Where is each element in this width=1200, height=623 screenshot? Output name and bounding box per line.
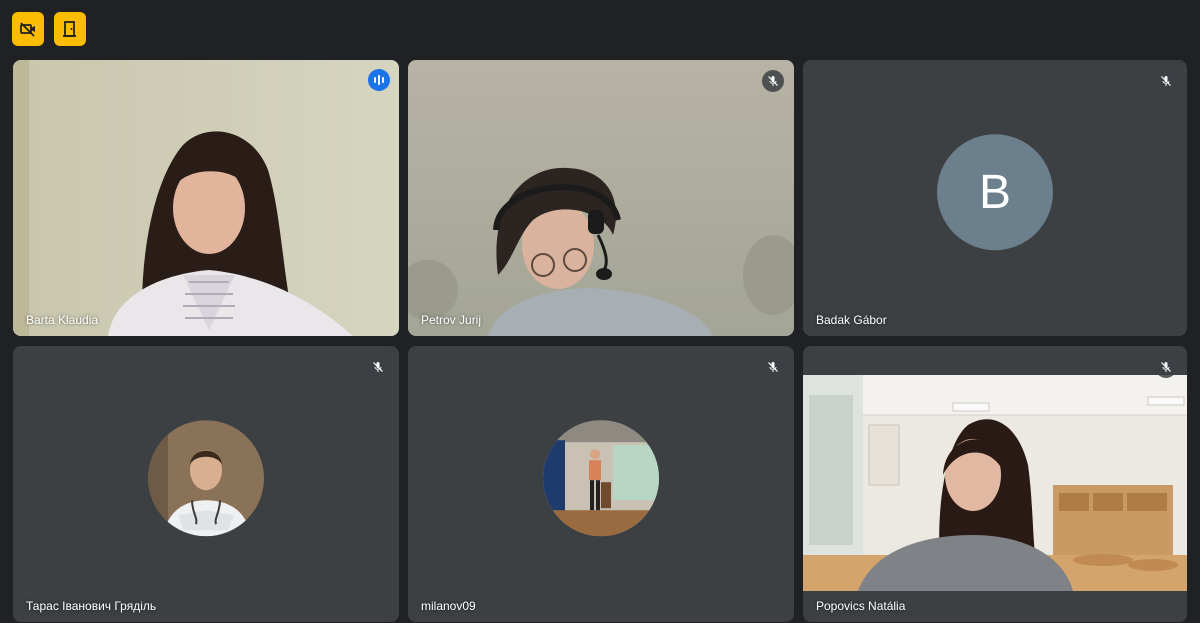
mic-muted-badge — [762, 356, 784, 378]
mic-muted-badge — [1155, 356, 1177, 378]
participant-video — [13, 60, 399, 336]
participant-name: milanov09 — [421, 599, 476, 613]
mic-off-icon — [1161, 76, 1171, 86]
mic-muted-badge — [1155, 70, 1177, 92]
mic-off-icon — [373, 362, 383, 372]
participant-tile-badak-gabor[interactable]: B Badak Gábor — [803, 60, 1187, 336]
avatar — [543, 420, 659, 537]
speaking-indicator — [368, 69, 390, 91]
participant-tile-petrov-jurij[interactable]: Petrov Jurij — [408, 60, 794, 336]
avatar-photo — [148, 420, 264, 537]
top-toolbar — [12, 12, 86, 46]
mic-off-icon — [768, 362, 778, 372]
camera-off-button[interactable] — [12, 12, 44, 46]
participant-name: Barta Klaudia — [26, 313, 99, 327]
participant-video — [408, 60, 794, 336]
exit-door-icon — [63, 21, 76, 37]
mic-muted-badge — [367, 356, 389, 378]
participant-name: Badak Gábor — [816, 313, 887, 327]
participant-name: Тарас Іванович Гряділь — [26, 599, 157, 613]
participant-name: Popovics Natália — [816, 599, 906, 613]
camera-off-icon — [20, 22, 35, 37]
avatar — [148, 420, 264, 537]
avatar-photo — [543, 420, 659, 537]
leave-button[interactable] — [54, 12, 86, 46]
participant-tile-barta-klaudia[interactable]: Barta Klaudia — [13, 60, 399, 336]
participant-tile-taras-hriadil[interactable]: Тарас Іванович Гряділь — [13, 346, 399, 622]
participant-name: Petrov Jurij — [421, 313, 482, 327]
mic-muted-badge — [762, 70, 784, 92]
avatar: B — [937, 134, 1053, 251]
participant-tile-popovics-natalia[interactable]: Popovics Natália — [803, 346, 1187, 622]
participant-tile-milanov09[interactable]: milanov09 — [408, 346, 794, 622]
participant-grid: Barta Klaudia Petrov Jurij B Badak Gábor… — [13, 60, 1187, 622]
mic-off-icon — [1161, 362, 1171, 372]
participant-video — [803, 346, 1187, 622]
mic-off-icon — [768, 76, 778, 86]
